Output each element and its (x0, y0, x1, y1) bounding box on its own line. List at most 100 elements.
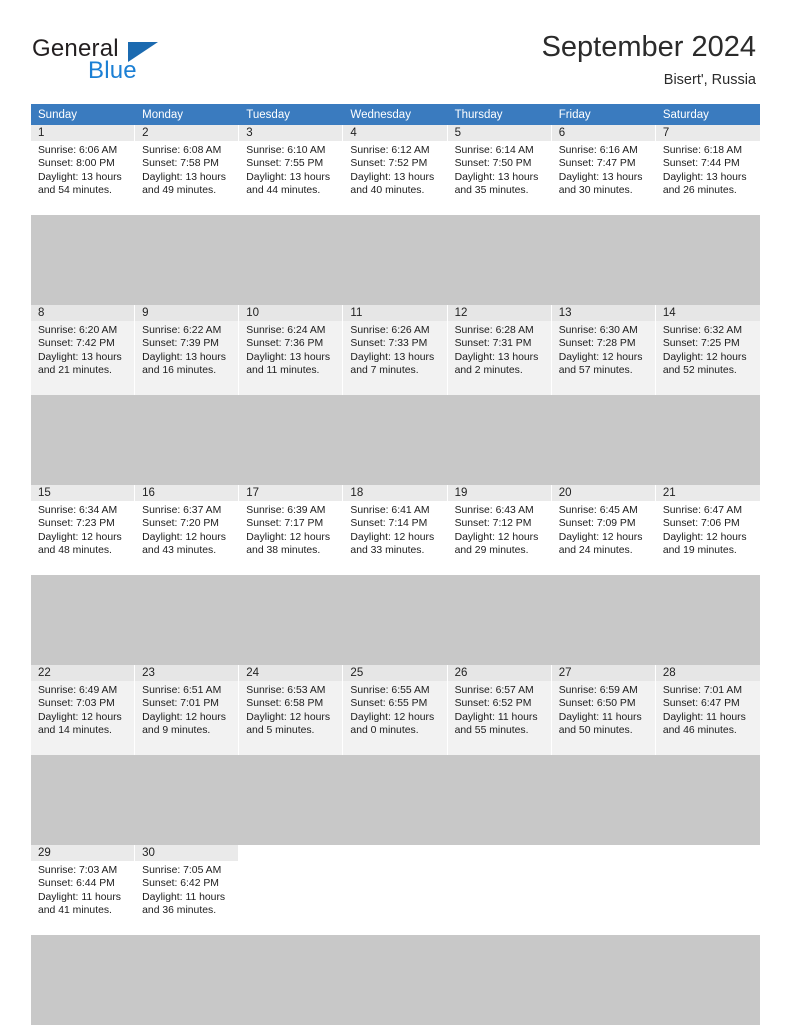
calendar-body: 1 Sunrise: 6:06 AM Sunset: 8:00 PM Dayli… (31, 125, 760, 1025)
day-cell-empty (343, 845, 448, 935)
sunset-text: Sunset: 6:44 PM (38, 878, 115, 890)
day-details: Sunrise: 6:26 AM Sunset: 7:33 PM Dayligh… (343, 321, 446, 377)
sunrise-text: Sunrise: 6:57 AM (454, 685, 534, 696)
sunrise-text: Sunrise: 6:43 AM (454, 505, 534, 516)
day-number: 14 (655, 305, 760, 321)
sunset-text: Sunset: 7:50 PM (454, 158, 532, 170)
daylight-text-line2: and 38 minutes. (246, 544, 321, 556)
sunrise-text: Sunrise: 6:53 AM (246, 685, 326, 696)
day-cell[interactable]: 19 Sunrise: 6:43 AM Sunset: 7:12 PM Dayl… (447, 485, 552, 575)
daylight-text-line1: Daylight: 11 hours (38, 891, 121, 903)
sunset-text: Sunset: 7:28 PM (558, 338, 636, 350)
daylight-text-line2: and 55 minutes. (454, 724, 529, 736)
sunrise-text: Sunrise: 6:12 AM (350, 145, 430, 156)
daylight-text-line2: and 11 minutes. (246, 364, 320, 376)
daylight-text-line1: Daylight: 12 hours (38, 711, 122, 723)
day-cell[interactable]: 2 Sunrise: 6:08 AM Sunset: 7:58 PM Dayli… (135, 125, 240, 215)
day-details: Sunrise: 6:55 AM Sunset: 6:55 PM Dayligh… (343, 681, 446, 737)
daylight-text-line1: Daylight: 12 hours (662, 531, 747, 543)
day-cell[interactable]: 30 Sunrise: 7:05 AM Sunset: 6:42 PM Dayl… (135, 845, 240, 935)
day-cell[interactable]: 20 Sunrise: 6:45 AM Sunset: 7:09 PM Dayl… (551, 485, 656, 575)
daylight-text-line1: Daylight: 13 hours (38, 171, 122, 183)
day-cell[interactable]: 24 Sunrise: 6:53 AM Sunset: 6:58 PM Dayl… (239, 665, 344, 755)
daylight-text-line2: and 57 minutes. (558, 364, 633, 376)
day-cell[interactable]: 17 Sunrise: 6:39 AM Sunset: 7:17 PM Dayl… (239, 485, 344, 575)
daylight-text-line2: and 40 minutes. (350, 184, 425, 196)
divider-line (31, 755, 760, 845)
daylight-text-line1: Daylight: 12 hours (350, 711, 435, 723)
sunset-text: Sunset: 7:20 PM (142, 518, 219, 530)
day-cell-empty (447, 845, 552, 935)
sunrise-text: Sunrise: 6:45 AM (558, 505, 638, 516)
day-cell[interactable]: 27 Sunrise: 6:59 AM Sunset: 6:50 PM Dayl… (551, 665, 656, 755)
day-cell[interactable]: 22 Sunrise: 6:49 AM Sunset: 7:03 PM Dayl… (31, 665, 136, 755)
day-cell[interactable]: 28 Sunrise: 7:01 AM Sunset: 6:47 PM Dayl… (655, 665, 760, 755)
day-cell[interactable]: 14 Sunrise: 6:32 AM Sunset: 7:25 PM Dayl… (655, 305, 760, 395)
daylight-text-line1: Daylight: 13 hours (246, 171, 331, 183)
sunrise-sunset-calendar-table: Sunday Monday Tuesday Wednesday Thursday… (31, 104, 760, 1025)
daylight-text-line1: Daylight: 13 hours (558, 171, 643, 183)
day-cell[interactable]: 8 Sunrise: 6:20 AM Sunset: 7:42 PM Dayli… (31, 305, 136, 395)
day-number: 19 (447, 485, 551, 501)
day-details: Sunrise: 6:16 AM Sunset: 7:47 PM Dayligh… (552, 141, 655, 197)
sunset-text: Sunset: 7:36 PM (246, 338, 324, 350)
day-details: Sunrise: 6:49 AM Sunset: 7:03 PM Dayligh… (31, 681, 134, 737)
daylight-text-line1: Daylight: 13 hours (142, 351, 226, 363)
week-divider (31, 575, 760, 665)
daylight-text-line2: and 24 minutes. (558, 544, 633, 556)
calendar-week-row: 15 Sunrise: 6:34 AM Sunset: 7:23 PM Dayl… (31, 485, 760, 575)
sunrise-text: Sunrise: 6:55 AM (350, 685, 430, 696)
day-cell[interactable]: 18 Sunrise: 6:41 AM Sunset: 7:14 PM Dayl… (343, 485, 448, 575)
day-cell[interactable]: 5 Sunrise: 6:14 AM Sunset: 7:50 PM Dayli… (447, 125, 552, 215)
day-cell[interactable]: 11 Sunrise: 6:26 AM Sunset: 7:33 PM Dayl… (343, 305, 448, 395)
calendar-week-row: 1 Sunrise: 6:06 AM Sunset: 8:00 PM Dayli… (31, 125, 760, 215)
general-blue-logo[interactable]: General Blue (32, 36, 212, 84)
daylight-text-line1: Daylight: 12 hours (350, 531, 435, 543)
day-number: 21 (655, 485, 760, 501)
sunrise-text: Sunrise: 6:14 AM (454, 145, 534, 156)
day-number: 29 (31, 845, 135, 861)
sunrise-text: Sunrise: 6:16 AM (558, 145, 638, 156)
sunset-text: Sunset: 7:14 PM (350, 518, 428, 530)
day-cell[interactable]: 13 Sunrise: 6:30 AM Sunset: 7:28 PM Dayl… (551, 305, 656, 395)
sunset-text: Sunset: 7:58 PM (142, 158, 219, 170)
sunrise-text: Sunrise: 6:32 AM (662, 325, 742, 336)
sunrise-text: Sunrise: 6:22 AM (142, 325, 222, 336)
day-cell[interactable]: 29 Sunrise: 7:03 AM Sunset: 6:44 PM Dayl… (31, 845, 136, 935)
day-cell[interactable]: 26 Sunrise: 6:57 AM Sunset: 6:52 PM Dayl… (447, 665, 552, 755)
day-cell[interactable]: 4 Sunrise: 6:12 AM Sunset: 7:52 PM Dayli… (343, 125, 448, 215)
day-cell[interactable]: 12 Sunrise: 6:28 AM Sunset: 7:31 PM Dayl… (447, 305, 552, 395)
day-cell[interactable]: 23 Sunrise: 6:51 AM Sunset: 7:01 PM Dayl… (135, 665, 240, 755)
daylight-text-line1: Daylight: 13 hours (350, 171, 435, 183)
day-cell[interactable]: 9 Sunrise: 6:22 AM Sunset: 7:39 PM Dayli… (135, 305, 240, 395)
day-cell[interactable]: 10 Sunrise: 6:24 AM Sunset: 7:36 PM Dayl… (239, 305, 344, 395)
daylight-text-line2: and 30 minutes. (558, 184, 633, 196)
daylight-text-line2: and 19 minutes. (662, 544, 737, 556)
sunset-text: Sunset: 6:58 PM (246, 698, 324, 710)
sunset-text: Sunset: 7:17 PM (246, 518, 324, 530)
sunrise-text: Sunrise: 6:47 AM (662, 505, 742, 516)
day-cell[interactable]: 1 Sunrise: 6:06 AM Sunset: 8:00 PM Dayli… (31, 125, 136, 215)
daylight-text-line2: and 26 minutes. (662, 184, 737, 196)
day-cell[interactable]: 6 Sunrise: 6:16 AM Sunset: 7:47 PM Dayli… (551, 125, 656, 215)
weekday-header-friday: Friday (551, 104, 656, 125)
title-block: September 2024 Bisert', Russia (542, 30, 756, 89)
day-cell[interactable]: 15 Sunrise: 6:34 AM Sunset: 7:23 PM Dayl… (31, 485, 136, 575)
sunset-text: Sunset: 7:55 PM (246, 158, 324, 170)
calendar-week-row: 29 Sunrise: 7:03 AM Sunset: 6:44 PM Dayl… (31, 845, 760, 935)
divider-line (31, 935, 760, 1025)
day-details: Sunrise: 6:22 AM Sunset: 7:39 PM Dayligh… (135, 321, 238, 377)
calendar-page: General Blue September 2024 Bisert', Rus… (0, 0, 792, 1025)
weekday-header-sunday: Sunday (31, 104, 136, 125)
sunset-text: Sunset: 7:25 PM (662, 338, 740, 350)
day-number: 11 (343, 305, 447, 321)
calendar-week-row: 22 Sunrise: 6:49 AM Sunset: 7:03 PM Dayl… (31, 665, 760, 755)
sunset-text: Sunset: 7:01 PM (142, 698, 219, 710)
day-cell[interactable]: 25 Sunrise: 6:55 AM Sunset: 6:55 PM Dayl… (343, 665, 448, 755)
day-cell[interactable]: 7 Sunrise: 6:18 AM Sunset: 7:44 PM Dayli… (655, 125, 760, 215)
day-cell[interactable]: 21 Sunrise: 6:47 AM Sunset: 7:06 PM Dayl… (655, 485, 760, 575)
day-number: 23 (135, 665, 239, 681)
day-cell[interactable]: 16 Sunrise: 6:37 AM Sunset: 7:20 PM Dayl… (135, 485, 240, 575)
day-details: Sunrise: 6:06 AM Sunset: 8:00 PM Dayligh… (31, 141, 134, 197)
day-cell[interactable]: 3 Sunrise: 6:10 AM Sunset: 7:55 PM Dayli… (239, 125, 344, 215)
